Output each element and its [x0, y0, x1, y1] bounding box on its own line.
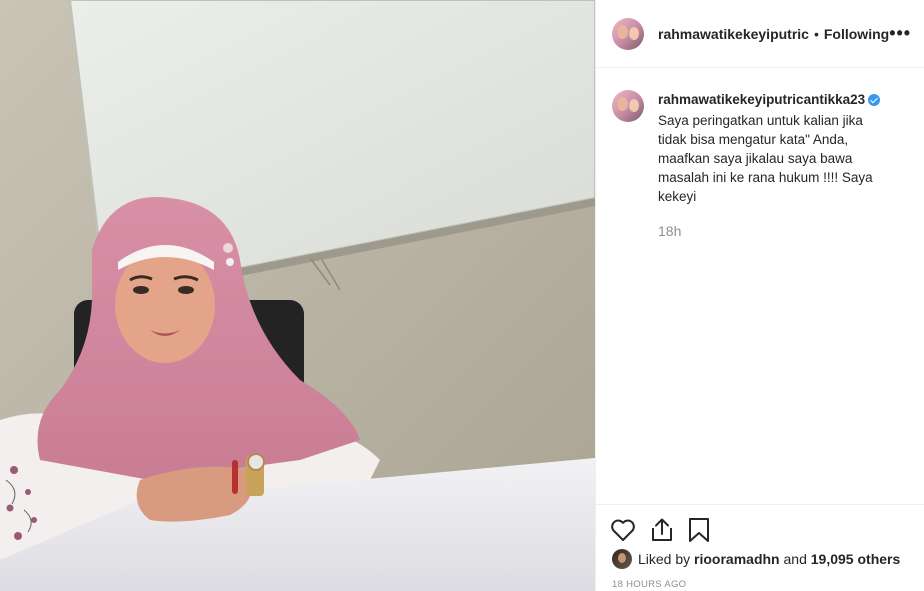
liker-username[interactable]: riooramadhn	[694, 551, 780, 567]
liker-avatar[interactable]	[612, 549, 632, 569]
actions-bar	[596, 504, 924, 555]
caption-body: rahmawatikekeyiputricantikka23 Saya peri…	[658, 90, 888, 241]
likes-row: Liked by riooramadhn and 19,095 others	[612, 549, 900, 569]
heart-icon[interactable]	[610, 518, 636, 542]
photo-illustration	[0, 0, 595, 591]
following-button[interactable]: Following	[824, 26, 889, 42]
instagram-post: rahmawatikekeyiputric • Following ••• ra…	[0, 0, 924, 591]
others-count[interactable]: 19,095 others	[811, 551, 901, 567]
post-header: rahmawatikekeyiputric • Following •••	[596, 0, 924, 68]
likes-prefix: Liked by	[638, 551, 691, 567]
caption-user-row: rahmawatikekeyiputricantikka23	[658, 90, 888, 109]
side-panel: rahmawatikekeyiputric • Following ••• ra…	[595, 0, 924, 591]
post-photo[interactable]	[0, 0, 595, 591]
caption: rahmawatikekeyiputricantikka23 Saya peri…	[612, 90, 906, 241]
share-icon[interactable]	[650, 517, 674, 543]
author-avatar[interactable]	[612, 17, 644, 50]
caption-avatar[interactable]	[612, 90, 644, 122]
header-text: rahmawatikekeyiputric • Following	[658, 26, 889, 42]
caption-time[interactable]: 18h	[658, 222, 888, 241]
separator-dot: •	[813, 25, 819, 42]
verified-icon	[868, 93, 881, 106]
bookmark-icon[interactable]	[688, 517, 710, 543]
caption-username[interactable]: rahmawatikekeyiputricantikka23	[658, 90, 865, 109]
more-icon[interactable]: •••	[889, 23, 911, 44]
likes-joiner: and	[783, 551, 807, 567]
caption-text: Saya peringatkan untuk kalian jika tidak…	[658, 113, 873, 204]
post-timestamp[interactable]: 18 HOURS AGO	[612, 579, 686, 590]
header-username[interactable]: rahmawatikekeyiputric	[658, 26, 809, 42]
